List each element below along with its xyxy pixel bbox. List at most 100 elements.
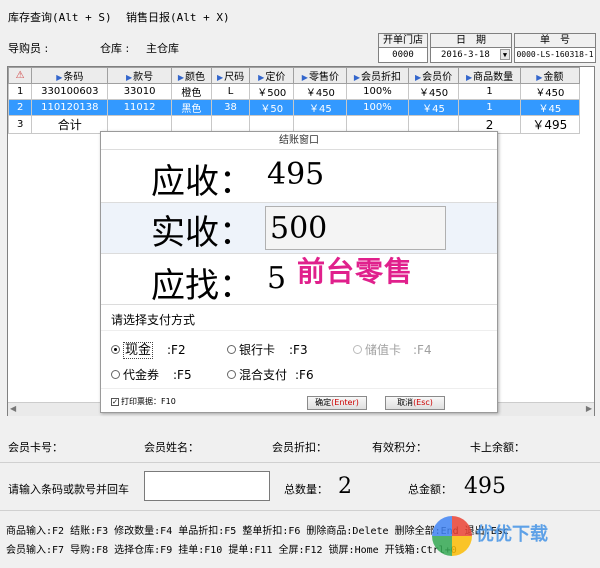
sort-triangle-icon: ▶	[536, 73, 543, 82]
divider	[0, 510, 600, 511]
pay-option-bank-card[interactable]: 银行卡:F3	[227, 341, 308, 358]
table-cell[interactable]: 11012	[107, 99, 172, 116]
menu-inventory-query[interactable]: 库存查询(Alt + S)	[8, 9, 112, 25]
divider	[101, 330, 497, 331]
scroll-right-icon[interactable]: ▶	[586, 404, 592, 413]
receivable-value: 495	[267, 157, 325, 192]
table-cell[interactable]: ￥450	[407, 83, 460, 100]
col-style-no[interactable]: ▶款号	[107, 67, 172, 84]
table-row[interactable]: 2 110120138 11012 黑色 38 ￥50 ￥45 100% ￥45 1 ￥45	[7, 99, 581, 116]
col-quantity[interactable]: ▶商品数量	[458, 67, 521, 84]
table-cell[interactable]: 橙色	[170, 83, 212, 100]
col-member-discount[interactable]: ▶会员折扣	[346, 67, 409, 84]
watermark-text: 前台零售	[297, 255, 414, 288]
radio-icon	[227, 370, 236, 379]
sort-triangle-icon: ▶	[126, 73, 133, 82]
warehouse-value[interactable]: 主仓库	[146, 40, 179, 56]
change-value: 5	[267, 261, 287, 296]
order-box: 单 号 0000-LS-160318-1	[514, 33, 596, 63]
row-number: 1	[7, 83, 33, 100]
change-label: 应找：	[151, 266, 253, 306]
total-amount-value: 495	[464, 474, 506, 499]
radio-icon	[227, 345, 236, 354]
table-row[interactable]: 1 330100603 33010 橙色 L ￥500 ￥450 100% ￥450 1 ￥450	[7, 83, 581, 100]
table-cell[interactable]: 1	[458, 99, 521, 116]
sort-triangle-icon: ▶	[258, 73, 265, 82]
table-cell[interactable]: ￥45	[407, 99, 460, 116]
member-points-label: 有效积分：	[372, 441, 427, 454]
barcode-input[interactable]	[144, 471, 270, 501]
sort-triangle-icon: ▶	[56, 73, 63, 82]
col-retail-price[interactable]: ▶零售价	[293, 67, 348, 84]
date-picker[interactable]: 2016-3-18 ▼	[431, 48, 511, 62]
store-box: 开单门店 0000	[378, 33, 428, 63]
cancel-button[interactable]: 取消(Esc)	[385, 396, 445, 410]
table-cell[interactable]: ￥45	[293, 99, 348, 116]
checkout-dialog: 结账窗口 应收： 495 实收： 500 应找： 5 前台零售 请选择支付方式 …	[100, 131, 498, 413]
guide-label: 导购员 :	[8, 42, 49, 55]
warehouse-label: 仓库 :	[100, 42, 130, 55]
pay-option-voucher[interactable]: 代金券:F5	[111, 366, 192, 383]
table-cell[interactable]: 110120138	[31, 99, 109, 116]
total-amount-label: 总金额：	[408, 483, 452, 496]
barcode-prompt: 请输入条码或款号并回车	[8, 483, 129, 496]
radio-icon	[353, 345, 362, 354]
pay-option-cash[interactable]: 现金:F2	[111, 339, 186, 359]
total-label: 合计	[31, 115, 109, 134]
member-card-label: 会员卡号：	[8, 441, 63, 454]
sort-triangle-icon: ▶	[177, 73, 184, 82]
divider	[101, 304, 497, 305]
radio-icon	[111, 345, 120, 354]
card-balance-label: 卡上余额：	[470, 441, 525, 454]
paid-label: 实收：	[151, 213, 253, 253]
table-cell[interactable]: ￥450	[293, 83, 348, 100]
divider	[101, 388, 497, 389]
pay-option-stored-value-card: 储值卡:F4	[353, 341, 432, 358]
col-size[interactable]: ▶尺码	[210, 67, 251, 84]
receivable-label: 应收：	[151, 162, 253, 202]
table-cell[interactable]: 100%	[346, 99, 409, 116]
table-cell[interactable]: 黑色	[170, 99, 212, 116]
col-member-price[interactable]: ▶会员价	[407, 67, 460, 84]
table-cell[interactable]: ￥50	[249, 99, 295, 116]
sort-triangle-icon: ▶	[216, 73, 224, 82]
col-barcode[interactable]: ▶条码	[31, 67, 109, 84]
col-list-price[interactable]: ▶定价	[249, 67, 295, 84]
sort-triangle-icon: ▶	[465, 73, 473, 82]
table-cell[interactable]: ￥500	[249, 83, 295, 100]
table-cell[interactable]: ￥45	[519, 99, 581, 116]
member-discount-label: 会员折扣：	[272, 441, 327, 454]
total-amount-cell: ￥495	[519, 115, 581, 134]
pay-option-mixed[interactable]: 混合支付:F6	[227, 366, 314, 383]
paid-input[interactable]: 500	[265, 206, 446, 250]
sort-triangle-icon: ▶	[301, 73, 308, 82]
date-box: 日 期 2016-3-18 ▼	[430, 33, 512, 63]
table-cell[interactable]: 1	[458, 83, 521, 100]
brand-text: 优优下载	[476, 524, 548, 545]
sort-triangle-icon: ▶	[353, 73, 361, 82]
brand-logo-icon	[432, 516, 472, 556]
confirm-button[interactable]: 确定(Enter)	[307, 396, 367, 410]
store-value[interactable]: 0000	[379, 48, 427, 62]
col-amount[interactable]: ▶金额	[519, 67, 581, 84]
scroll-left-icon[interactable]: ◀	[10, 404, 16, 413]
col-color[interactable]: ▶颜色	[170, 67, 212, 84]
pay-method-prompt: 请选择支付方式	[111, 313, 196, 327]
table-cell[interactable]: L	[210, 83, 251, 100]
table-cell[interactable]: 330100603	[31, 83, 109, 100]
table-cell[interactable]: 33010	[107, 83, 172, 100]
table-cell[interactable]: 100%	[346, 83, 409, 100]
store-caption: 开单门店	[379, 34, 427, 48]
table-cell[interactable]: ￥450	[519, 83, 581, 100]
menu-daily-report[interactable]: 销售日报(Alt + X)	[126, 9, 230, 25]
shortcut-legend-line2: 会员输入:F7 导购:F8 选择仓库:F9 挂单:F10 提单:F11 全屏:F…	[6, 545, 457, 556]
warning-icon: ⚠	[7, 67, 33, 84]
divider	[0, 462, 600, 463]
checkbox-icon: ✓	[111, 398, 119, 406]
date-value: 2016-3-18	[441, 50, 490, 60]
date-caption: 日 期	[431, 34, 511, 48]
chevron-down-icon[interactable]: ▼	[500, 49, 510, 60]
print-receipt-checkbox[interactable]: ✓ 打印票据：F10	[111, 396, 176, 407]
order-value[interactable]: 0000-LS-160318-1	[515, 48, 595, 62]
table-cell[interactable]: 38	[210, 99, 251, 116]
